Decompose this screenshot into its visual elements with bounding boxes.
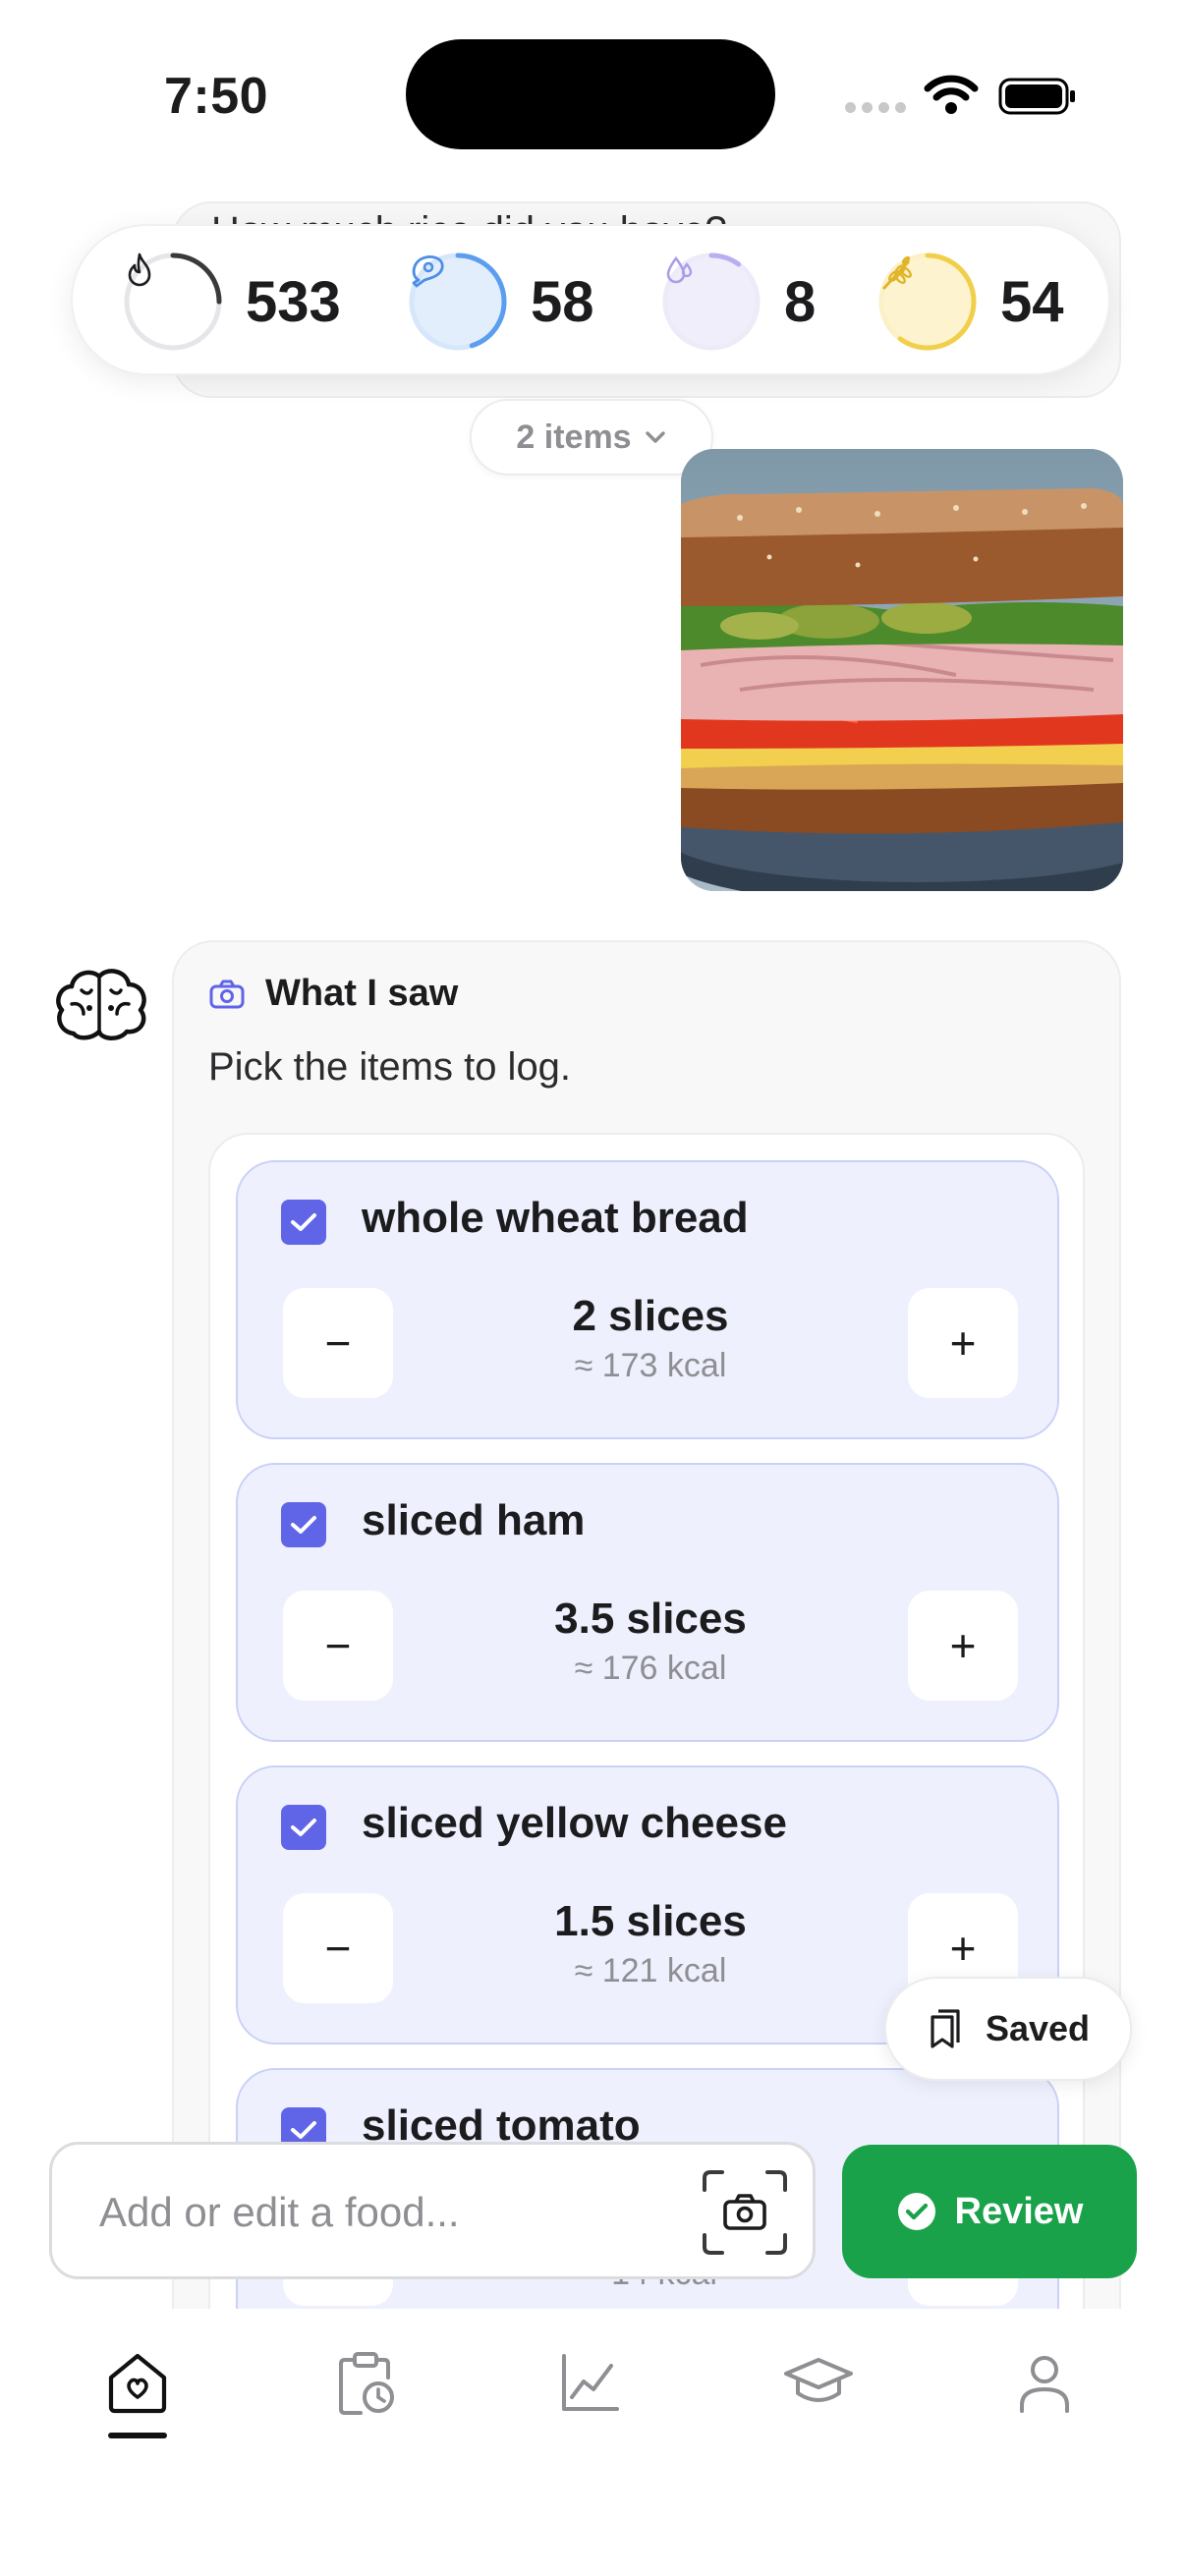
items-count-label: 2 items bbox=[516, 418, 632, 456]
carbs-stat: 54 bbox=[876, 248, 1064, 356]
card-header: What I saw bbox=[208, 973, 458, 1015]
dynamic-island bbox=[406, 39, 775, 149]
tab-history[interactable] bbox=[321, 2338, 410, 2427]
bookmark-icon bbox=[931, 2009, 960, 2048]
saved-label: Saved bbox=[985, 2008, 1091, 2048]
status-time: 7:50 bbox=[164, 68, 269, 125]
chart-icon bbox=[562, 2354, 619, 2411]
item-checkbox[interactable] bbox=[281, 1200, 326, 1245]
items-count-chip[interactable]: 2 items bbox=[470, 399, 713, 476]
fat-value: 8 bbox=[784, 269, 817, 334]
flame-icon bbox=[122, 251, 224, 353]
wheat-icon bbox=[876, 251, 979, 353]
decrease-button[interactable]: − bbox=[283, 1893, 393, 2003]
increase-button[interactable]: + bbox=[908, 1591, 1018, 1701]
food-input[interactable] bbox=[99, 2178, 669, 2247]
food-item: whole wheat bread − 2 slices ≈ 173 kcal … bbox=[236, 1160, 1059, 1439]
brain-avatar-icon bbox=[56, 969, 146, 1040]
item-name: whole wheat bread bbox=[362, 1194, 749, 1242]
clipboard-clock-icon bbox=[339, 2352, 394, 2415]
protein-ring bbox=[407, 251, 509, 353]
carbs-ring bbox=[876, 251, 979, 353]
saved-button[interactable]: Saved bbox=[884, 1977, 1132, 2081]
cellular-signal-icon bbox=[845, 102, 906, 113]
decrease-button[interactable]: − bbox=[283, 1288, 393, 1398]
food-item: sliced ham − 3.5 slices ≈ 176 kcal + bbox=[236, 1463, 1059, 1742]
camera-icon bbox=[209, 980, 245, 1008]
item-kcal: ≈ 176 kcal bbox=[574, 1650, 727, 1687]
fat-ring bbox=[660, 251, 762, 353]
tab-progress[interactable] bbox=[546, 2338, 635, 2427]
home-heart-icon bbox=[108, 2353, 167, 2414]
card-title: What I saw bbox=[265, 973, 459, 1014]
fat-stat: 8 bbox=[660, 248, 816, 356]
battery-icon bbox=[998, 78, 1075, 115]
item-checkbox[interactable] bbox=[281, 1502, 326, 1547]
review-button[interactable]: Review bbox=[842, 2145, 1137, 2278]
item-quantity: 1.5 slices bbox=[554, 1897, 747, 1945]
increase-button[interactable]: + bbox=[908, 1288, 1018, 1398]
drop-icon bbox=[660, 251, 762, 353]
item-kcal: ≈ 173 kcal bbox=[574, 1347, 727, 1384]
chevron-down-icon bbox=[645, 431, 665, 443]
checkmark-icon bbox=[291, 1516, 316, 1534]
quantity-stepper: − 3.5 slices ≈ 176 kcal + bbox=[283, 1585, 1018, 1707]
protein-stat: 58 bbox=[407, 248, 594, 356]
meal-photo[interactable] bbox=[681, 449, 1123, 891]
wifi-icon bbox=[924, 75, 979, 114]
tab-home[interactable] bbox=[93, 2338, 182, 2427]
scan-camera-button[interactable] bbox=[699, 2166, 791, 2259]
item-checkbox[interactable] bbox=[281, 1805, 326, 1850]
checkmark-icon bbox=[291, 1213, 316, 1231]
person-icon bbox=[1020, 2356, 1069, 2413]
calories-stat: 533 bbox=[122, 248, 341, 356]
card-subtitle: Pick the items to log. bbox=[208, 1045, 572, 1089]
item-name: sliced ham bbox=[362, 1496, 586, 1544]
checkmark-icon bbox=[291, 2121, 316, 2139]
decrease-button[interactable]: − bbox=[283, 1591, 393, 1701]
quantity-stepper: − 2 slices ≈ 173 kcal + bbox=[283, 1282, 1018, 1404]
check-circle-icon bbox=[897, 2193, 935, 2230]
calories-value: 533 bbox=[246, 269, 341, 334]
item-name: sliced yellow cheese bbox=[362, 1799, 787, 1847]
protein-value: 58 bbox=[531, 269, 594, 334]
item-quantity: 2 slices bbox=[572, 1292, 729, 1340]
checkmark-icon bbox=[291, 1819, 316, 1836]
graduation-cap-icon bbox=[784, 2358, 853, 2402]
item-kcal: ≈ 121 kcal bbox=[574, 1952, 727, 1989]
tab-learn[interactable] bbox=[774, 2338, 863, 2427]
food-input-container bbox=[49, 2142, 816, 2279]
calories-ring bbox=[122, 251, 224, 353]
meat-icon bbox=[407, 251, 509, 353]
review-label: Review bbox=[954, 2190, 1084, 2232]
macro-summary-bar[interactable]: 533 58 8 54 bbox=[71, 224, 1110, 375]
tab-profile[interactable] bbox=[1000, 2338, 1089, 2427]
item-quantity: 3.5 slices bbox=[554, 1595, 747, 1643]
carbs-value: 54 bbox=[1000, 269, 1064, 334]
active-tab-indicator bbox=[108, 2433, 167, 2438]
